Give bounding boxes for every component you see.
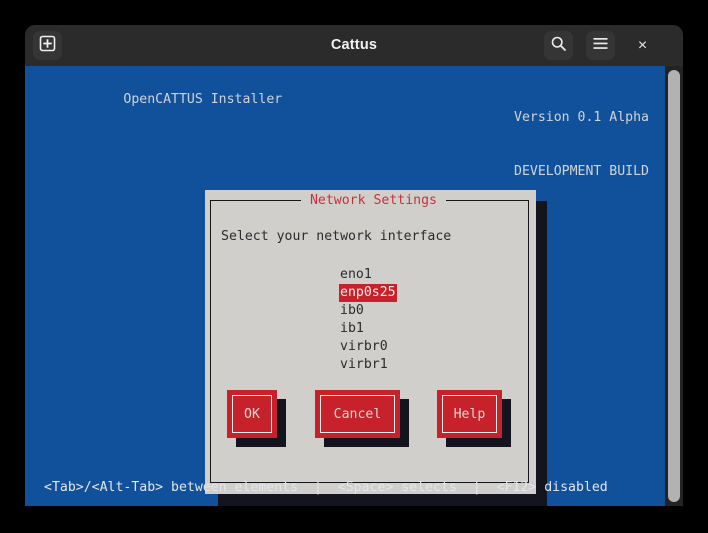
network-settings-dialog: Network Settings Select your network int…	[205, 190, 536, 494]
list-item[interactable]: virbr1	[339, 353, 509, 372]
screen: Cattus × OpenCATTUS Installer Version 0.…	[0, 0, 708, 533]
network-interface-list[interactable]: eno1 enp0s25 ib0 ib1 virbr0 virbr1	[339, 263, 509, 372]
new-tab-plus-icon	[39, 35, 56, 56]
close-window-button[interactable]: ×	[628, 31, 657, 60]
window-titlebar: Cattus ×	[25, 25, 683, 66]
terminal-content: OpenCATTUS Installer Version 0.1 Alpha D…	[25, 66, 665, 506]
list-item[interactable]: eno1	[339, 263, 509, 282]
cancel-button-border: Cancel	[320, 395, 395, 433]
dialog-prompt: Select your network interface	[221, 229, 452, 244]
ok-button-border: OK	[232, 395, 272, 433]
terminal-scrollbar[interactable]	[665, 66, 683, 506]
list-item[interactable]: enp0s25	[339, 281, 509, 302]
build-line: DEVELOPMENT BUILD	[514, 164, 649, 179]
ok-button[interactable]: OK	[227, 390, 277, 438]
help-button-label: Help	[453, 406, 486, 422]
main-menu-button[interactable]	[586, 31, 615, 60]
hamburger-menu-icon	[592, 36, 609, 55]
list-item[interactable]: ib1	[339, 317, 509, 336]
ok-button-label: OK	[244, 406, 260, 422]
terminal-scrollbar-thumb[interactable]	[668, 70, 680, 502]
application-window: Cattus × OpenCATTUS Installer Version 0.…	[25, 25, 683, 506]
help-button-border: Help	[442, 395, 497, 433]
version-line: Version 0.1 Alpha	[514, 110, 649, 125]
cancel-button-label: Cancel	[333, 406, 382, 422]
installer-title: OpenCATTUS Installer	[123, 92, 283, 107]
search-button[interactable]	[544, 31, 573, 60]
list-item[interactable]: virbr0	[339, 335, 509, 354]
terminal-area: OpenCATTUS Installer Version 0.1 Alpha D…	[25, 66, 683, 506]
dialog-title-area: Network Settings	[301, 192, 446, 210]
help-button[interactable]: Help	[437, 390, 502, 438]
search-icon	[550, 35, 567, 56]
interface-label: virbr1	[340, 357, 388, 372]
list-item[interactable]: ib0	[339, 299, 509, 318]
close-icon: ×	[637, 36, 648, 54]
window-title: Cattus	[330, 37, 378, 53]
cancel-button[interactable]: Cancel	[315, 390, 400, 438]
new-tab-button[interactable]	[33, 31, 62, 60]
dialog-title: Network Settings	[309, 193, 438, 208]
keyboard-hints: <Tab>/<Alt-Tab> between elements | <Spac…	[44, 480, 608, 495]
